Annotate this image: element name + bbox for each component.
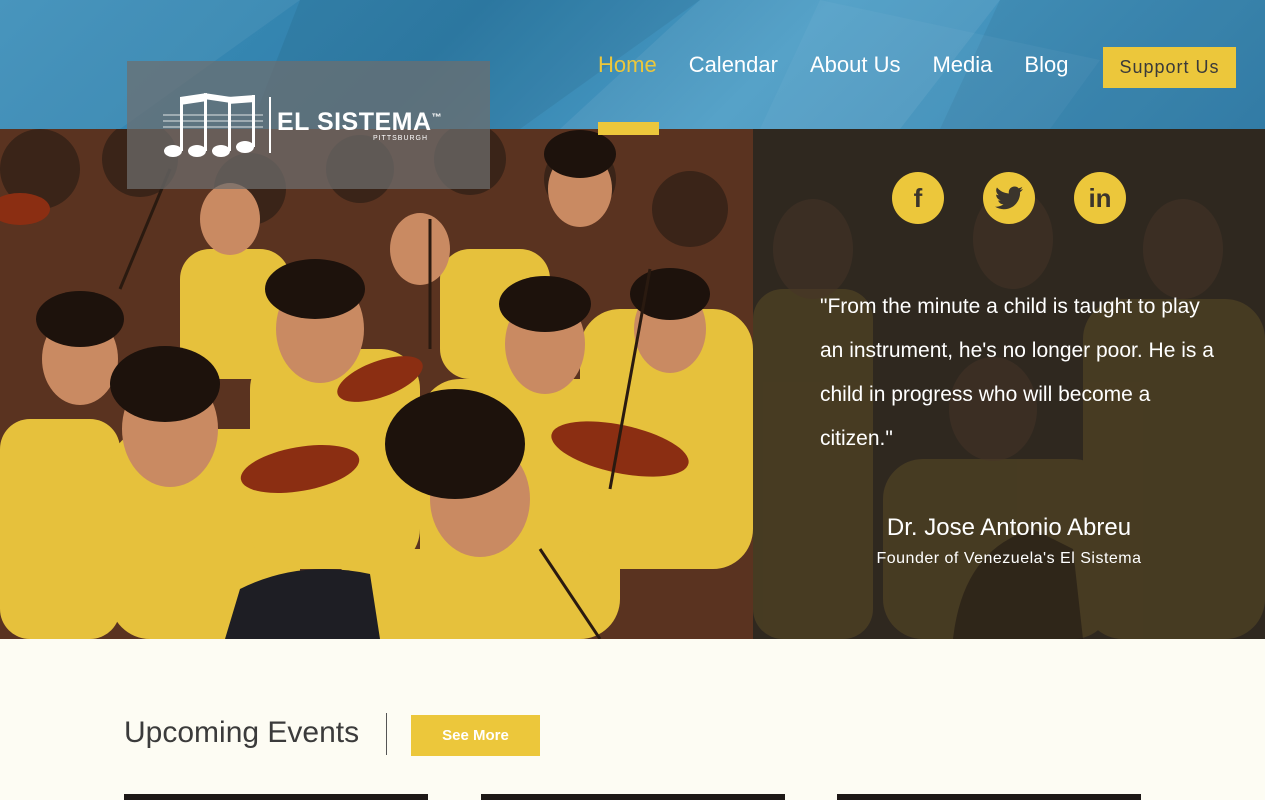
logo-trademark: ™ [431, 112, 443, 124]
quote-author-role: Founder of Venezuela's El Sistema [876, 550, 1142, 567]
active-nav-indicator [598, 122, 659, 135]
music-notes-icon [163, 93, 263, 157]
nav-item-blog[interactable]: Blog [1024, 52, 1068, 78]
see-more-button[interactable]: See More [411, 715, 540, 756]
quote-author: Dr. Jose Antonio Abreu [886, 514, 1132, 541]
nav-item-home[interactable]: Home [598, 52, 657, 78]
upcoming-events-heading: Upcoming Events [124, 716, 360, 749]
logo-divider [269, 97, 271, 153]
logo-wordmark: EL SISTEMA™ PITTSBURGH [277, 108, 442, 142]
hero-section: f in "From the minute a child is taught … [0, 129, 1265, 639]
nav-item-about-us[interactable]: About Us [810, 52, 901, 78]
events-divider [386, 713, 387, 755]
support-us-button[interactable]: Support Us [1103, 47, 1236, 88]
hero-photo-students-violins [0, 129, 753, 639]
social-links: f in [892, 172, 1165, 224]
site-logo[interactable]: EL SISTEMA™ PITTSBURGH [127, 61, 490, 189]
linkedin-icon[interactable]: in [1074, 172, 1126, 224]
facebook-icon[interactable]: f [892, 172, 944, 224]
main-nav: Home Calendar About Us Media Blog [598, 52, 1100, 78]
twitter-icon[interactable] [983, 172, 1035, 224]
nav-item-media[interactable]: Media [932, 52, 992, 78]
logo-brand: EL SISTEMA [277, 108, 432, 136]
nav-item-calendar[interactable]: Calendar [689, 52, 778, 78]
event-card[interactable] [124, 794, 428, 800]
quote-panel: f in "From the minute a child is taught … [753, 129, 1265, 639]
event-card[interactable] [837, 794, 1141, 800]
event-card[interactable] [481, 794, 785, 800]
quote-text: "From the minute a child is taught to pl… [820, 295, 1214, 450]
